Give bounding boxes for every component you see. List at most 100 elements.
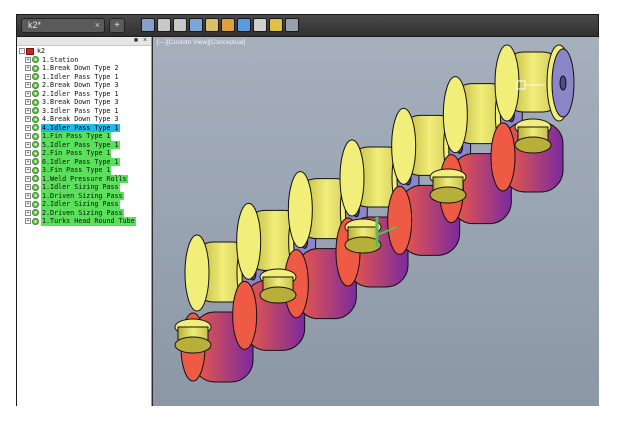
expand-icon[interactable]: + bbox=[25, 82, 31, 89]
tree-item[interactable]: +2.Driven Sizing Pass bbox=[19, 208, 151, 217]
tree-item-label: 4.Idler Pass Type 1 bbox=[41, 123, 120, 132]
expand-icon[interactable]: + bbox=[25, 56, 31, 63]
zoom-icon[interactable] bbox=[173, 18, 187, 32]
render-icon[interactable] bbox=[205, 18, 219, 32]
tree-item[interactable]: +3.Break Down Type 3 bbox=[19, 98, 151, 107]
tree-item[interactable]: +1.Station bbox=[19, 56, 151, 65]
idler-bottom bbox=[429, 186, 467, 204]
expand-icon[interactable]: + bbox=[25, 133, 31, 140]
expand-icon[interactable]: + bbox=[25, 218, 31, 225]
gear-icon bbox=[32, 90, 39, 98]
gear-icon bbox=[32, 192, 39, 200]
roll-flange bbox=[236, 202, 262, 280]
tree-item[interactable]: +1.Weld Pressure Rolls bbox=[19, 174, 151, 183]
tree-item-label: 1.Driven Sizing Pass bbox=[41, 191, 124, 200]
gear-icon bbox=[32, 149, 39, 157]
idler-bottom bbox=[514, 136, 552, 154]
gear-icon bbox=[32, 200, 39, 208]
expand-icon[interactable]: + bbox=[25, 150, 31, 157]
pin-panel-icon[interactable]: ■ bbox=[132, 37, 140, 45]
orbit-icon[interactable] bbox=[189, 18, 203, 32]
gear-icon bbox=[32, 124, 39, 132]
tree-item[interactable]: +4.Break Down Type 3 bbox=[19, 115, 151, 124]
gear-icon bbox=[32, 98, 39, 106]
settings-icon[interactable] bbox=[269, 18, 283, 32]
expand-icon[interactable]: + bbox=[25, 107, 31, 114]
expand-icon[interactable]: + bbox=[25, 158, 31, 165]
pan-icon[interactable] bbox=[157, 18, 171, 32]
expand-icon[interactable]: + bbox=[25, 116, 31, 123]
new-tab-button[interactable]: + bbox=[109, 18, 125, 33]
gear-icon bbox=[32, 73, 39, 81]
tree-item-label: 3.Break Down Type 3 bbox=[42, 98, 119, 106]
help-icon[interactable] bbox=[285, 18, 299, 32]
tree-item[interactable]: +3.Fin Pass Type 1 bbox=[19, 166, 151, 175]
roll-station bbox=[490, 44, 575, 193]
tree-item[interactable]: +5.Idler Pass Type 1 bbox=[19, 140, 151, 149]
tree-item-label: 4.Break Down Type 3 bbox=[42, 115, 119, 123]
tree-item[interactable]: +1.Idler Pass Type 1 bbox=[19, 73, 151, 82]
expand-icon[interactable]: + bbox=[25, 90, 31, 97]
roll-flange bbox=[442, 76, 468, 154]
tree-item-label: 1.Break Down Type 2 bbox=[42, 64, 119, 72]
export-icon[interactable] bbox=[237, 18, 251, 32]
tree-item[interactable]: +2.Idler Pass Type 1 bbox=[19, 90, 151, 99]
expand-icon[interactable]: + bbox=[25, 192, 31, 199]
tree-item-label: 6.Idler Pass Type 1 bbox=[41, 157, 120, 166]
bottom-roll-face bbox=[232, 280, 258, 350]
tree-item[interactable]: +2.Fin Pass Type 1 bbox=[19, 149, 151, 158]
gear-icon bbox=[32, 132, 39, 140]
tree-item-label: 1.Idler Sizing Pass bbox=[41, 183, 120, 192]
expand-icon[interactable]: + bbox=[25, 184, 31, 191]
tree-item[interactable]: +1.Turks Head Round Tube bbox=[19, 217, 151, 226]
tree-item[interactable]: +3.Idler Pass Type 1 bbox=[19, 107, 151, 116]
tree-root[interactable]: - k2 bbox=[19, 47, 151, 56]
tree-item-label: 1.Idler Pass Type 1 bbox=[42, 72, 119, 81]
tree-item[interactable]: +6.Idler Pass Type 1 bbox=[19, 157, 151, 166]
idler-roll bbox=[514, 118, 552, 154]
tree-item-label: 2.Idler Pass Type 1 bbox=[42, 89, 119, 98]
import-icon[interactable] bbox=[221, 18, 235, 32]
expand-icon[interactable]: + bbox=[25, 65, 31, 72]
collapse-icon[interactable]: - bbox=[19, 48, 25, 55]
expand-icon[interactable]: + bbox=[25, 141, 31, 148]
tree-item[interactable]: +2.Break Down Type 3 bbox=[19, 81, 151, 90]
panel-header: ■ × bbox=[17, 37, 151, 46]
idler-bottom bbox=[259, 286, 297, 304]
roll-flange bbox=[339, 139, 365, 217]
tree-item[interactable]: +1.Fin Pass Type 1 bbox=[19, 132, 151, 141]
tree-item[interactable]: +1.Idler Sizing Pass bbox=[19, 183, 151, 192]
station-tree: - k2 +1.Station +1.Break Down Type 2 +1.Id… bbox=[17, 46, 151, 226]
expand-icon[interactable]: + bbox=[25, 201, 31, 208]
gear-icon bbox=[32, 175, 39, 183]
expand-icon[interactable]: + bbox=[25, 73, 31, 80]
gear-icon bbox=[32, 183, 39, 191]
idler-bottom bbox=[174, 336, 212, 354]
tree-item[interactable]: +4.Idler Pass Type 1 bbox=[19, 123, 151, 132]
tree-item[interactable]: +1.Break Down Type 2 bbox=[19, 64, 151, 73]
tree-item[interactable]: +1.Driven Sizing Pass bbox=[19, 191, 151, 200]
viewport-label[interactable]: [—][Custom View][Conceptual] bbox=[157, 39, 245, 46]
layers-icon[interactable] bbox=[253, 18, 267, 32]
roll-flange bbox=[494, 44, 520, 122]
expand-icon[interactable]: + bbox=[25, 124, 31, 131]
bottom-roll-face bbox=[490, 122, 516, 192]
view-cube-icon[interactable] bbox=[141, 18, 155, 32]
document-tab[interactable]: k2* × bbox=[21, 18, 105, 33]
gear-icon bbox=[32, 141, 39, 149]
expand-icon[interactable]: + bbox=[25, 175, 31, 182]
close-tab-icon[interactable]: × bbox=[95, 19, 100, 32]
close-panel-icon[interactable]: × bbox=[141, 37, 149, 45]
tree-item[interactable]: +2.Idler Sizing Pass bbox=[19, 200, 151, 209]
3d-viewport[interactable]: [—][Custom View][Conceptual] bbox=[153, 37, 599, 406]
expand-icon[interactable]: + bbox=[25, 209, 31, 216]
tree-item-label: 2.Driven Sizing Pass bbox=[41, 208, 124, 217]
tree-item-label: 1.Fin Pass Type 1 bbox=[41, 132, 112, 141]
idler-roll bbox=[429, 168, 467, 204]
expand-icon[interactable]: + bbox=[25, 167, 31, 174]
expand-icon[interactable]: + bbox=[25, 99, 31, 106]
tree-item-label: 5.Idler Pass Type 1 bbox=[41, 140, 120, 149]
project-icon bbox=[26, 47, 34, 55]
document-tab-title: k2* bbox=[28, 20, 42, 30]
tree-item-label: 1.Station bbox=[42, 55, 79, 64]
